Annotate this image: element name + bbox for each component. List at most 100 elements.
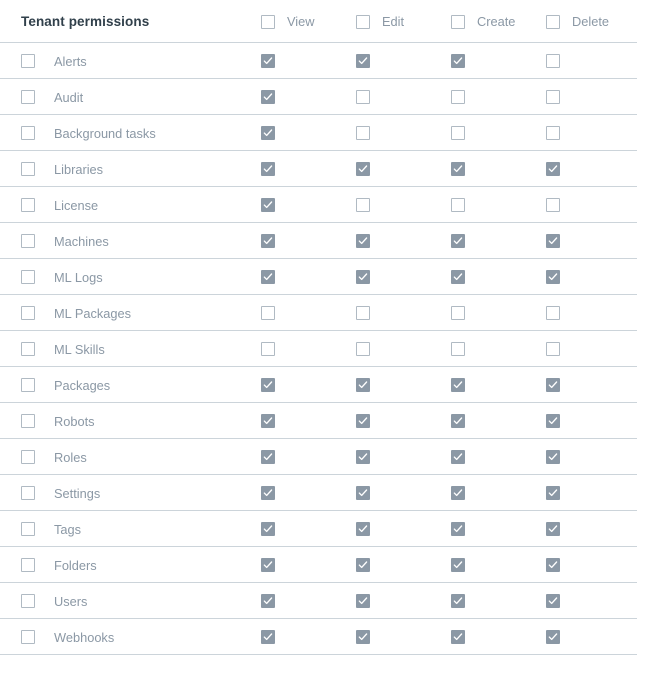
row-label-cell[interactable]: ML Packages [21,306,261,321]
create-checkbox[interactable] [451,594,465,608]
permission-cell-edit[interactable] [356,198,451,212]
row-label-cell[interactable]: ML Logs [21,270,261,285]
view-checkbox[interactable] [261,630,275,644]
permission-cell-view[interactable] [261,486,356,500]
edit-checkbox[interactable] [356,450,370,464]
row-select-checkbox[interactable] [21,594,35,608]
permission-cell-create[interactable] [451,414,546,428]
table-row[interactable]: Libraries [0,151,650,187]
row-select-checkbox[interactable] [21,198,35,212]
delete-checkbox[interactable] [546,306,560,320]
permission-cell-edit[interactable] [356,54,451,68]
permission-cell-create[interactable] [451,342,546,356]
permission-cell-create[interactable] [451,594,546,608]
permission-cell-create[interactable] [451,378,546,392]
row-select-checkbox[interactable] [21,126,35,140]
permission-cell-create[interactable] [451,198,546,212]
permission-cell-delete[interactable] [546,234,641,248]
permission-cell-delete[interactable] [546,306,641,320]
permission-cell-create[interactable] [451,558,546,572]
permission-cell-edit[interactable] [356,342,451,356]
permission-cell-create[interactable] [451,522,546,536]
table-row[interactable]: Settings [0,475,650,511]
row-label-cell[interactable]: Settings [21,486,261,501]
row-label-cell[interactable]: Robots [21,414,261,429]
delete-checkbox[interactable] [546,234,560,248]
permission-cell-edit[interactable] [356,558,451,572]
edit-checkbox[interactable] [356,162,370,176]
view-checkbox[interactable] [261,198,275,212]
permission-cell-delete[interactable] [546,558,641,572]
create-checkbox[interactable] [451,234,465,248]
permission-cell-create[interactable] [451,306,546,320]
edit-checkbox[interactable] [356,342,370,356]
view-checkbox[interactable] [261,54,275,68]
row-select-checkbox[interactable] [21,378,35,392]
delete-checkbox[interactable] [546,54,560,68]
view-checkbox[interactable] [261,126,275,140]
edit-checkbox[interactable] [356,270,370,284]
permission-cell-create[interactable] [451,162,546,176]
permission-cell-edit[interactable] [356,126,451,140]
permission-cell-delete[interactable] [546,270,641,284]
row-select-checkbox[interactable] [21,486,35,500]
create-checkbox[interactable] [451,306,465,320]
row-select-checkbox[interactable] [21,306,35,320]
permission-cell-view[interactable] [261,450,356,464]
create-checkbox[interactable] [451,270,465,284]
table-row[interactable]: Alerts [0,43,650,79]
table-row[interactable]: Packages [0,367,650,403]
create-checkbox[interactable] [451,522,465,536]
row-label-cell[interactable]: Alerts [21,54,261,69]
permission-cell-edit[interactable] [356,486,451,500]
view-checkbox[interactable] [261,162,275,176]
column-header-delete[interactable]: Delete [546,14,641,29]
view-checkbox[interactable] [261,414,275,428]
permission-cell-view[interactable] [261,414,356,428]
row-select-checkbox[interactable] [21,270,35,284]
view-checkbox[interactable] [261,234,275,248]
permission-cell-view[interactable] [261,126,356,140]
permission-cell-edit[interactable] [356,630,451,644]
delete-checkbox[interactable] [546,414,560,428]
edit-checkbox[interactable] [356,378,370,392]
table-row[interactable]: Folders [0,547,650,583]
table-row[interactable]: Webhooks [0,619,650,655]
permission-cell-view[interactable] [261,90,356,104]
permission-cell-create[interactable] [451,630,546,644]
row-label-cell[interactable]: Libraries [21,162,261,177]
edit-checkbox[interactable] [356,54,370,68]
permission-cell-view[interactable] [261,234,356,248]
permission-cell-edit[interactable] [356,450,451,464]
create-checkbox[interactable] [451,486,465,500]
select-all-create-checkbox[interactable] [451,14,465,29]
edit-checkbox[interactable] [356,306,370,320]
row-select-checkbox[interactable] [21,90,35,104]
view-checkbox[interactable] [261,90,275,104]
permission-cell-view[interactable] [261,558,356,572]
permission-cell-create[interactable] [451,270,546,284]
permission-cell-edit[interactable] [356,234,451,248]
permission-cell-create[interactable] [451,486,546,500]
permission-cell-delete[interactable] [546,162,641,176]
permission-cell-edit[interactable] [356,522,451,536]
delete-checkbox[interactable] [546,342,560,356]
edit-checkbox[interactable] [356,234,370,248]
permission-cell-edit[interactable] [356,306,451,320]
delete-checkbox[interactable] [546,162,560,176]
permission-cell-create[interactable] [451,126,546,140]
view-checkbox[interactable] [261,270,275,284]
permission-cell-edit[interactable] [356,594,451,608]
table-row[interactable]: ML Packages [0,295,650,331]
table-row[interactable]: License [0,187,650,223]
create-checkbox[interactable] [451,378,465,392]
permission-cell-delete[interactable] [546,342,641,356]
row-select-checkbox[interactable] [21,558,35,572]
table-row[interactable]: Roles [0,439,650,475]
table-row[interactable]: ML Skills [0,331,650,367]
row-select-checkbox[interactable] [21,630,35,644]
edit-checkbox[interactable] [356,558,370,572]
create-checkbox[interactable] [451,558,465,572]
delete-checkbox[interactable] [546,198,560,212]
delete-checkbox[interactable] [546,558,560,572]
